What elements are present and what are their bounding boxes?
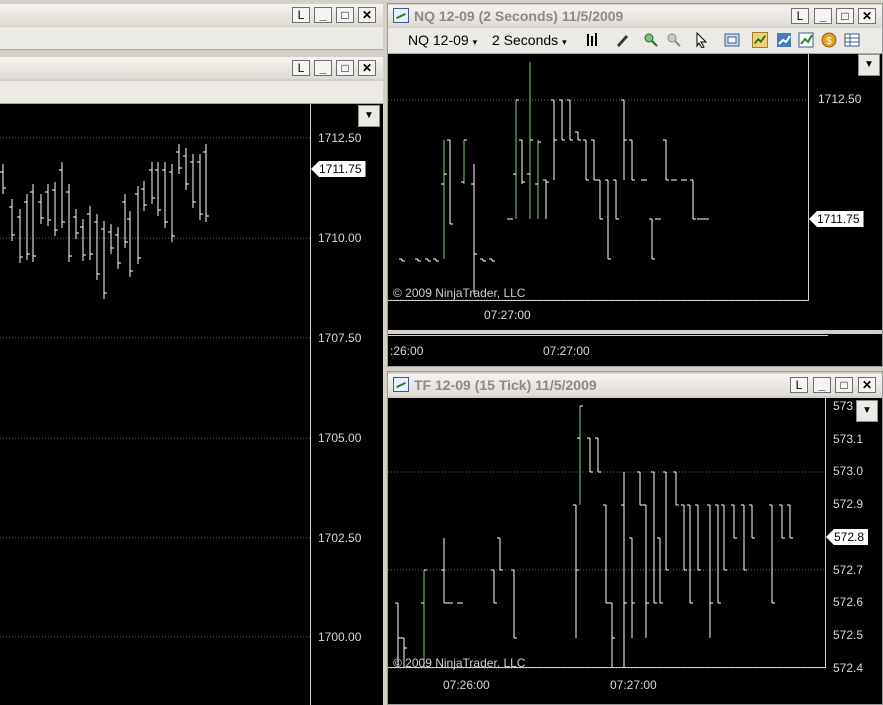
- close-button[interactable]: ✕: [358, 7, 376, 23]
- link-button[interactable]: L: [791, 8, 809, 24]
- time-label: 07:26:00: [443, 678, 490, 692]
- copyright-text: © 2009 NinjaTrader, LLC: [393, 656, 526, 670]
- maximize-button[interactable]: □: [336, 60, 354, 76]
- link-button[interactable]: L: [790, 377, 808, 393]
- link-button[interactable]: L: [292, 7, 310, 23]
- nq-chart-window: NQ 12-09 (2 Seconds) 11/5/2009 L _ □ ✕ N…: [387, 3, 883, 367]
- price-label: 1707.50: [318, 331, 362, 345]
- data-box-icon[interactable]: [724, 32, 740, 48]
- current-price-tag: 1711.75: [809, 211, 864, 227]
- close-button[interactable]: ✕: [858, 8, 876, 24]
- nq-toolbar: NQ 12-09 ▾ 2 Seconds ▾ $: [388, 28, 882, 54]
- interval-label: 2 Seconds: [492, 32, 559, 48]
- maximize-button[interactable]: □: [836, 8, 854, 24]
- left-toolbar: [0, 81, 383, 104]
- minimize-button[interactable]: _: [314, 60, 332, 76]
- current-price-tag: 572.8: [826, 529, 869, 545]
- time-label: 07:27:00: [543, 344, 590, 358]
- minimize-button[interactable]: _: [814, 8, 832, 24]
- lower-axis-line: [388, 335, 828, 336]
- copyright-text: © 2009 NinjaTrader, LLC: [393, 286, 526, 300]
- price-label: 572.5: [833, 628, 864, 642]
- window-title: NQ 12-09 (2 Seconds) 11/5/2009: [414, 8, 624, 24]
- nq-titlebar[interactable]: NQ 12-09 (2 Seconds) 11/5/2009 L _ □ ✕: [388, 5, 882, 27]
- left-window-top: L _ □ ✕: [0, 0, 383, 55]
- chart-dropdown-button[interactable]: ▼: [358, 105, 380, 127]
- minimize-button[interactable]: _: [813, 377, 831, 393]
- left-chart-window: L _ □ ✕ 1712.50 1710.00 1707.50 1705.00 …: [0, 55, 383, 705]
- chart-dropdown-button[interactable]: ▼: [856, 400, 878, 422]
- price-label: 1705.00: [318, 431, 362, 445]
- currency-icon[interactable]: $: [821, 32, 837, 48]
- current-price-tag: 1711.75: [311, 161, 366, 177]
- nq-lower-panel: :26:00 07:27:00: [388, 334, 882, 366]
- price-label: 572.4: [833, 661, 864, 675]
- price-label: 1710.00: [318, 231, 362, 245]
- chart-dropdown-button[interactable]: ▼: [858, 54, 880, 76]
- ninjatrader-chart-icon: [393, 377, 409, 392]
- properties-icon[interactable]: [798, 32, 814, 48]
- table-icon[interactable]: [844, 32, 860, 48]
- price-label: 573.0: [833, 464, 864, 478]
- tf-chart-window: TF 12-09 (15 Tick) 11/5/2009 L _ □ ✕ 573…: [387, 371, 883, 705]
- left-bars-svg: [0, 137, 310, 638]
- link-button[interactable]: L: [292, 60, 310, 76]
- price-label: 572.7: [833, 563, 864, 577]
- maximize-button[interactable]: □: [336, 7, 354, 23]
- ninjatrader-chart-icon: [393, 8, 409, 23]
- close-button[interactable]: ✕: [358, 60, 376, 76]
- strategies-icon[interactable]: [752, 32, 768, 48]
- instrument-label: NQ 12-09: [408, 32, 469, 48]
- price-label: 1700.00: [318, 630, 362, 644]
- time-label: 07:27:00: [610, 678, 657, 692]
- tf-titlebar[interactable]: TF 12-09 (15 Tick) 11/5/2009 L _ □ ✕: [388, 374, 882, 396]
- price-axis-line: [808, 54, 809, 300]
- nq-price-chart[interactable]: 1712.50 1711.75 07:27:00 © 2009 NinjaTra…: [388, 54, 882, 330]
- window-title: TF 12-09 (15 Tick) 11/5/2009: [414, 377, 597, 393]
- left-top-titlebar[interactable]: L _ □ ✕: [0, 4, 383, 26]
- price-label: 572.9: [833, 497, 864, 511]
- price-axis-line: [310, 104, 311, 705]
- tf-price-chart[interactable]: 573 573.1 573.0 572.9 572.7 572.6 572.5 …: [388, 398, 882, 704]
- price-axis-line: [825, 398, 826, 668]
- zoom-out-icon[interactable]: [666, 32, 682, 48]
- price-label: 573: [833, 399, 854, 413]
- instrument-selector[interactable]: NQ 12-09 ▾: [408, 32, 477, 48]
- close-button[interactable]: ✕: [858, 377, 876, 393]
- cursor-icon[interactable]: [694, 32, 710, 48]
- left-top-toolbar: [0, 27, 383, 50]
- price-label: 573.1: [833, 432, 864, 446]
- price-label: 1712.50: [818, 92, 862, 106]
- left-price-chart[interactable]: 1712.50 1710.00 1707.50 1705.00 1702.50 …: [0, 104, 383, 705]
- minimize-button[interactable]: _: [314, 7, 332, 23]
- bar-type-icon[interactable]: [585, 32, 601, 48]
- price-label: 1712.50: [318, 131, 362, 145]
- zoom-in-icon[interactable]: [643, 32, 659, 48]
- time-axis-line: [388, 300, 809, 301]
- left-titlebar[interactable]: L _ □ ✕: [0, 57, 383, 79]
- svg-text:$: $: [826, 36, 832, 47]
- pencil-icon[interactable]: [614, 32, 630, 48]
- price-label: 572.6: [833, 595, 864, 609]
- indicators-icon[interactable]: [776, 32, 792, 48]
- maximize-button[interactable]: □: [835, 377, 853, 393]
- time-label: :26:00: [390, 344, 424, 358]
- time-label: 07:27:00: [484, 308, 531, 322]
- interval-selector[interactable]: 2 Seconds ▾: [492, 32, 567, 48]
- price-label: 1702.50: [318, 531, 362, 545]
